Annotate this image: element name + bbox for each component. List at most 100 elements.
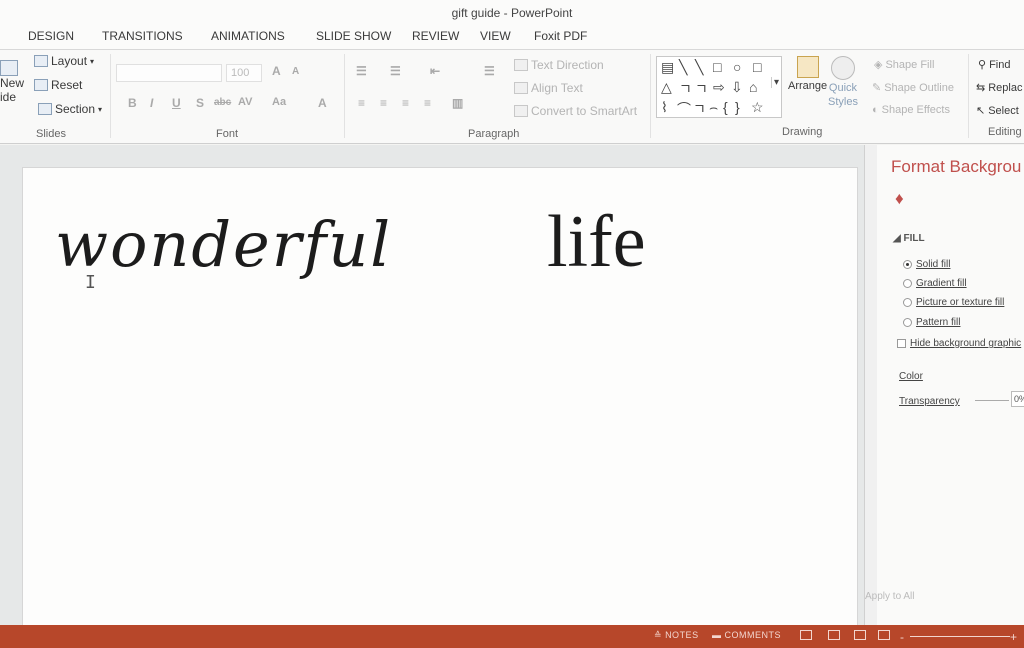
font-size-input[interactable]: 100	[226, 64, 262, 82]
char-spacing-button[interactable]: AV	[238, 96, 252, 108]
section-button[interactable]: Section ▾	[38, 102, 102, 116]
chevron-down-icon: ▾	[98, 104, 103, 114]
change-case-button[interactable]: Aa	[272, 96, 286, 108]
tab-transitions[interactable]: TRANSITIONS	[100, 27, 185, 45]
shrink-font-button[interactable]: A	[292, 66, 299, 77]
line-spacing-icon[interactable]: ☰	[484, 64, 495, 78]
connector-shape-icon[interactable]: ㄱ	[693, 99, 706, 119]
arrange-button[interactable]: Arrange	[788, 56, 827, 92]
shape-outline-button[interactable]: ✎ Shape Outline	[872, 81, 954, 95]
quick-styles-button[interactable]: Quick Styles	[828, 56, 858, 108]
select-button[interactable]: ↖ Select	[976, 104, 1019, 118]
right-brace-shape-icon[interactable]: }	[735, 99, 740, 115]
rounded-rect-shape-icon[interactable]: □	[753, 59, 761, 75]
hide-background-graphics-option[interactable]: Hide background graphic	[897, 338, 1021, 349]
group-label-editing: Editing	[988, 126, 1022, 138]
pattern-fill-option[interactable]: Pattern fill	[903, 317, 960, 328]
elbow-connector-shape-icon[interactable]: ㄱ	[679, 79, 692, 99]
tab-foxit-pdf[interactable]: Foxit PDF	[532, 27, 589, 45]
smartart-icon	[514, 105, 528, 117]
align-center-icon[interactable]: ≡	[380, 96, 387, 110]
layout-button[interactable]: Layout ▾	[34, 54, 94, 68]
indent-icon[interactable]: ⇤	[430, 64, 440, 78]
checkbox[interactable]	[897, 339, 906, 348]
reset-button[interactable]: Reset	[34, 78, 82, 92]
freeform-shape-icon[interactable]: ⌇	[661, 99, 668, 116]
strikethrough-button[interactable]: abc	[214, 97, 231, 108]
gallery-more-icon[interactable]: ▾	[771, 77, 779, 88]
underline-button[interactable]: U	[172, 96, 181, 110]
text-direction-button[interactable]: Text Direction	[514, 58, 604, 72]
slide-title-serif[interactable]: life	[547, 200, 646, 285]
zoom-in-button[interactable]: +	[1010, 630, 1018, 644]
align-text-button[interactable]: Align Text	[514, 81, 583, 95]
triangle-shape-icon[interactable]: △	[661, 79, 672, 96]
picture-fill-option[interactable]: Picture or texture fill	[903, 297, 1004, 308]
replace-button[interactable]: ⇆ Replac	[976, 81, 1022, 95]
tab-review[interactable]: REVIEW	[410, 27, 461, 45]
zoom-out-button[interactable]: -	[900, 630, 905, 644]
radio-button[interactable]	[903, 260, 912, 269]
comments-button[interactable]: ▬ COMMENTS	[712, 630, 781, 640]
align-right-icon[interactable]: ≡	[402, 96, 409, 110]
elbow-arrow-shape-icon[interactable]: ㄱ	[695, 79, 708, 99]
reading-view-icon[interactable]	[854, 630, 866, 640]
fill-section-header[interactable]: ◢ FILL	[893, 233, 925, 244]
line-shape-icon[interactable]: ╲	[679, 59, 687, 76]
bullets-icon[interactable]: ☰	[356, 64, 367, 78]
apply-to-all-button[interactable]: Apply to All	[865, 591, 914, 602]
new-slide-button[interactable]: New ide	[0, 60, 24, 104]
arrow-line-shape-icon[interactable]: ╲	[695, 59, 703, 76]
solid-fill-option[interactable]: Solid fill	[903, 259, 950, 270]
right-arrow-shape-icon[interactable]: ⇨	[713, 79, 725, 96]
normal-view-icon[interactable]	[800, 630, 812, 640]
find-button[interactable]: ⚲ Find	[978, 58, 1010, 72]
numbering-icon[interactable]: ☰	[390, 64, 401, 78]
notes-button[interactable]: ≙ NOTES	[654, 630, 699, 641]
ribbon-separator	[110, 54, 111, 138]
hide-graphics-label: Hide background graphic	[910, 338, 1022, 349]
grow-font-button[interactable]: A	[272, 64, 281, 78]
oval-shape-icon[interactable]: ○	[733, 59, 741, 75]
reset-icon	[34, 79, 48, 91]
radio-button[interactable]	[903, 318, 912, 327]
shape-fill-button[interactable]: ◈ Shape Fill	[874, 58, 934, 72]
align-left-icon[interactable]: ≡	[358, 96, 365, 110]
font-color-button[interactable]: A	[318, 96, 327, 110]
radio-button[interactable]	[903, 279, 912, 288]
replace-icon: ⇆	[976, 82, 986, 94]
zoom-slider[interactable]	[910, 636, 1010, 637]
arc-shape-icon[interactable]: ⌒	[677, 99, 691, 119]
radio-button[interactable]	[903, 298, 912, 307]
shape-effects-button[interactable]: ◐ Shape Effects	[872, 104, 950, 116]
pane-scrollbar[interactable]	[865, 145, 877, 625]
left-brace-shape-icon[interactable]: {	[723, 99, 728, 115]
down-arrow-shape-icon[interactable]: ⇩	[731, 79, 743, 96]
curve-shape-icon[interactable]: ⌢	[709, 99, 718, 116]
convert-smartart-button[interactable]: Convert to SmartArt	[514, 104, 637, 118]
text-box-shape-icon[interactable]: ▤	[661, 59, 674, 76]
italic-button[interactable]: I	[150, 96, 153, 110]
gradient-fill-option[interactable]: Gradient fill	[903, 278, 967, 289]
bold-button[interactable]: B	[128, 96, 137, 110]
transparency-input[interactable]: 0%	[1011, 391, 1024, 407]
align-text-icon	[514, 82, 528, 94]
tab-animations[interactable]: ANIMATIONS	[209, 27, 287, 45]
shapes-gallery[interactable]: ▤ ╲ ╲ □ ○ □ △ ㄱ ㄱ ⇨ ⇩ ⌂ ⌇ ⌒ ㄱ ⌢ { } ☆ ▾	[656, 56, 782, 118]
tab-slide-show[interactable]: SLIDE SHOW	[314, 27, 393, 45]
transparency-slider[interactable]	[975, 400, 1009, 401]
slide-sorter-icon[interactable]	[828, 630, 840, 640]
slideshow-view-icon[interactable]	[878, 630, 890, 640]
rectangle-shape-icon[interactable]: □	[713, 59, 721, 75]
slide-canvas[interactable]: wonderful life I	[22, 167, 858, 647]
columns-icon[interactable]: ▥	[452, 96, 463, 110]
font-name-input[interactable]	[116, 64, 222, 82]
slide-title-script[interactable]: wonderful	[55, 208, 392, 281]
tab-view[interactable]: VIEW	[478, 27, 513, 45]
tab-design[interactable]: DESIGN	[26, 27, 76, 45]
star-shape-icon[interactable]: ☆	[751, 99, 764, 116]
justify-icon[interactable]: ≡	[424, 96, 431, 110]
fill-bucket-icon[interactable]: ♦	[895, 189, 904, 209]
shadow-button[interactable]: S	[196, 96, 204, 110]
pentagon-shape-icon[interactable]: ⌂	[749, 79, 757, 95]
